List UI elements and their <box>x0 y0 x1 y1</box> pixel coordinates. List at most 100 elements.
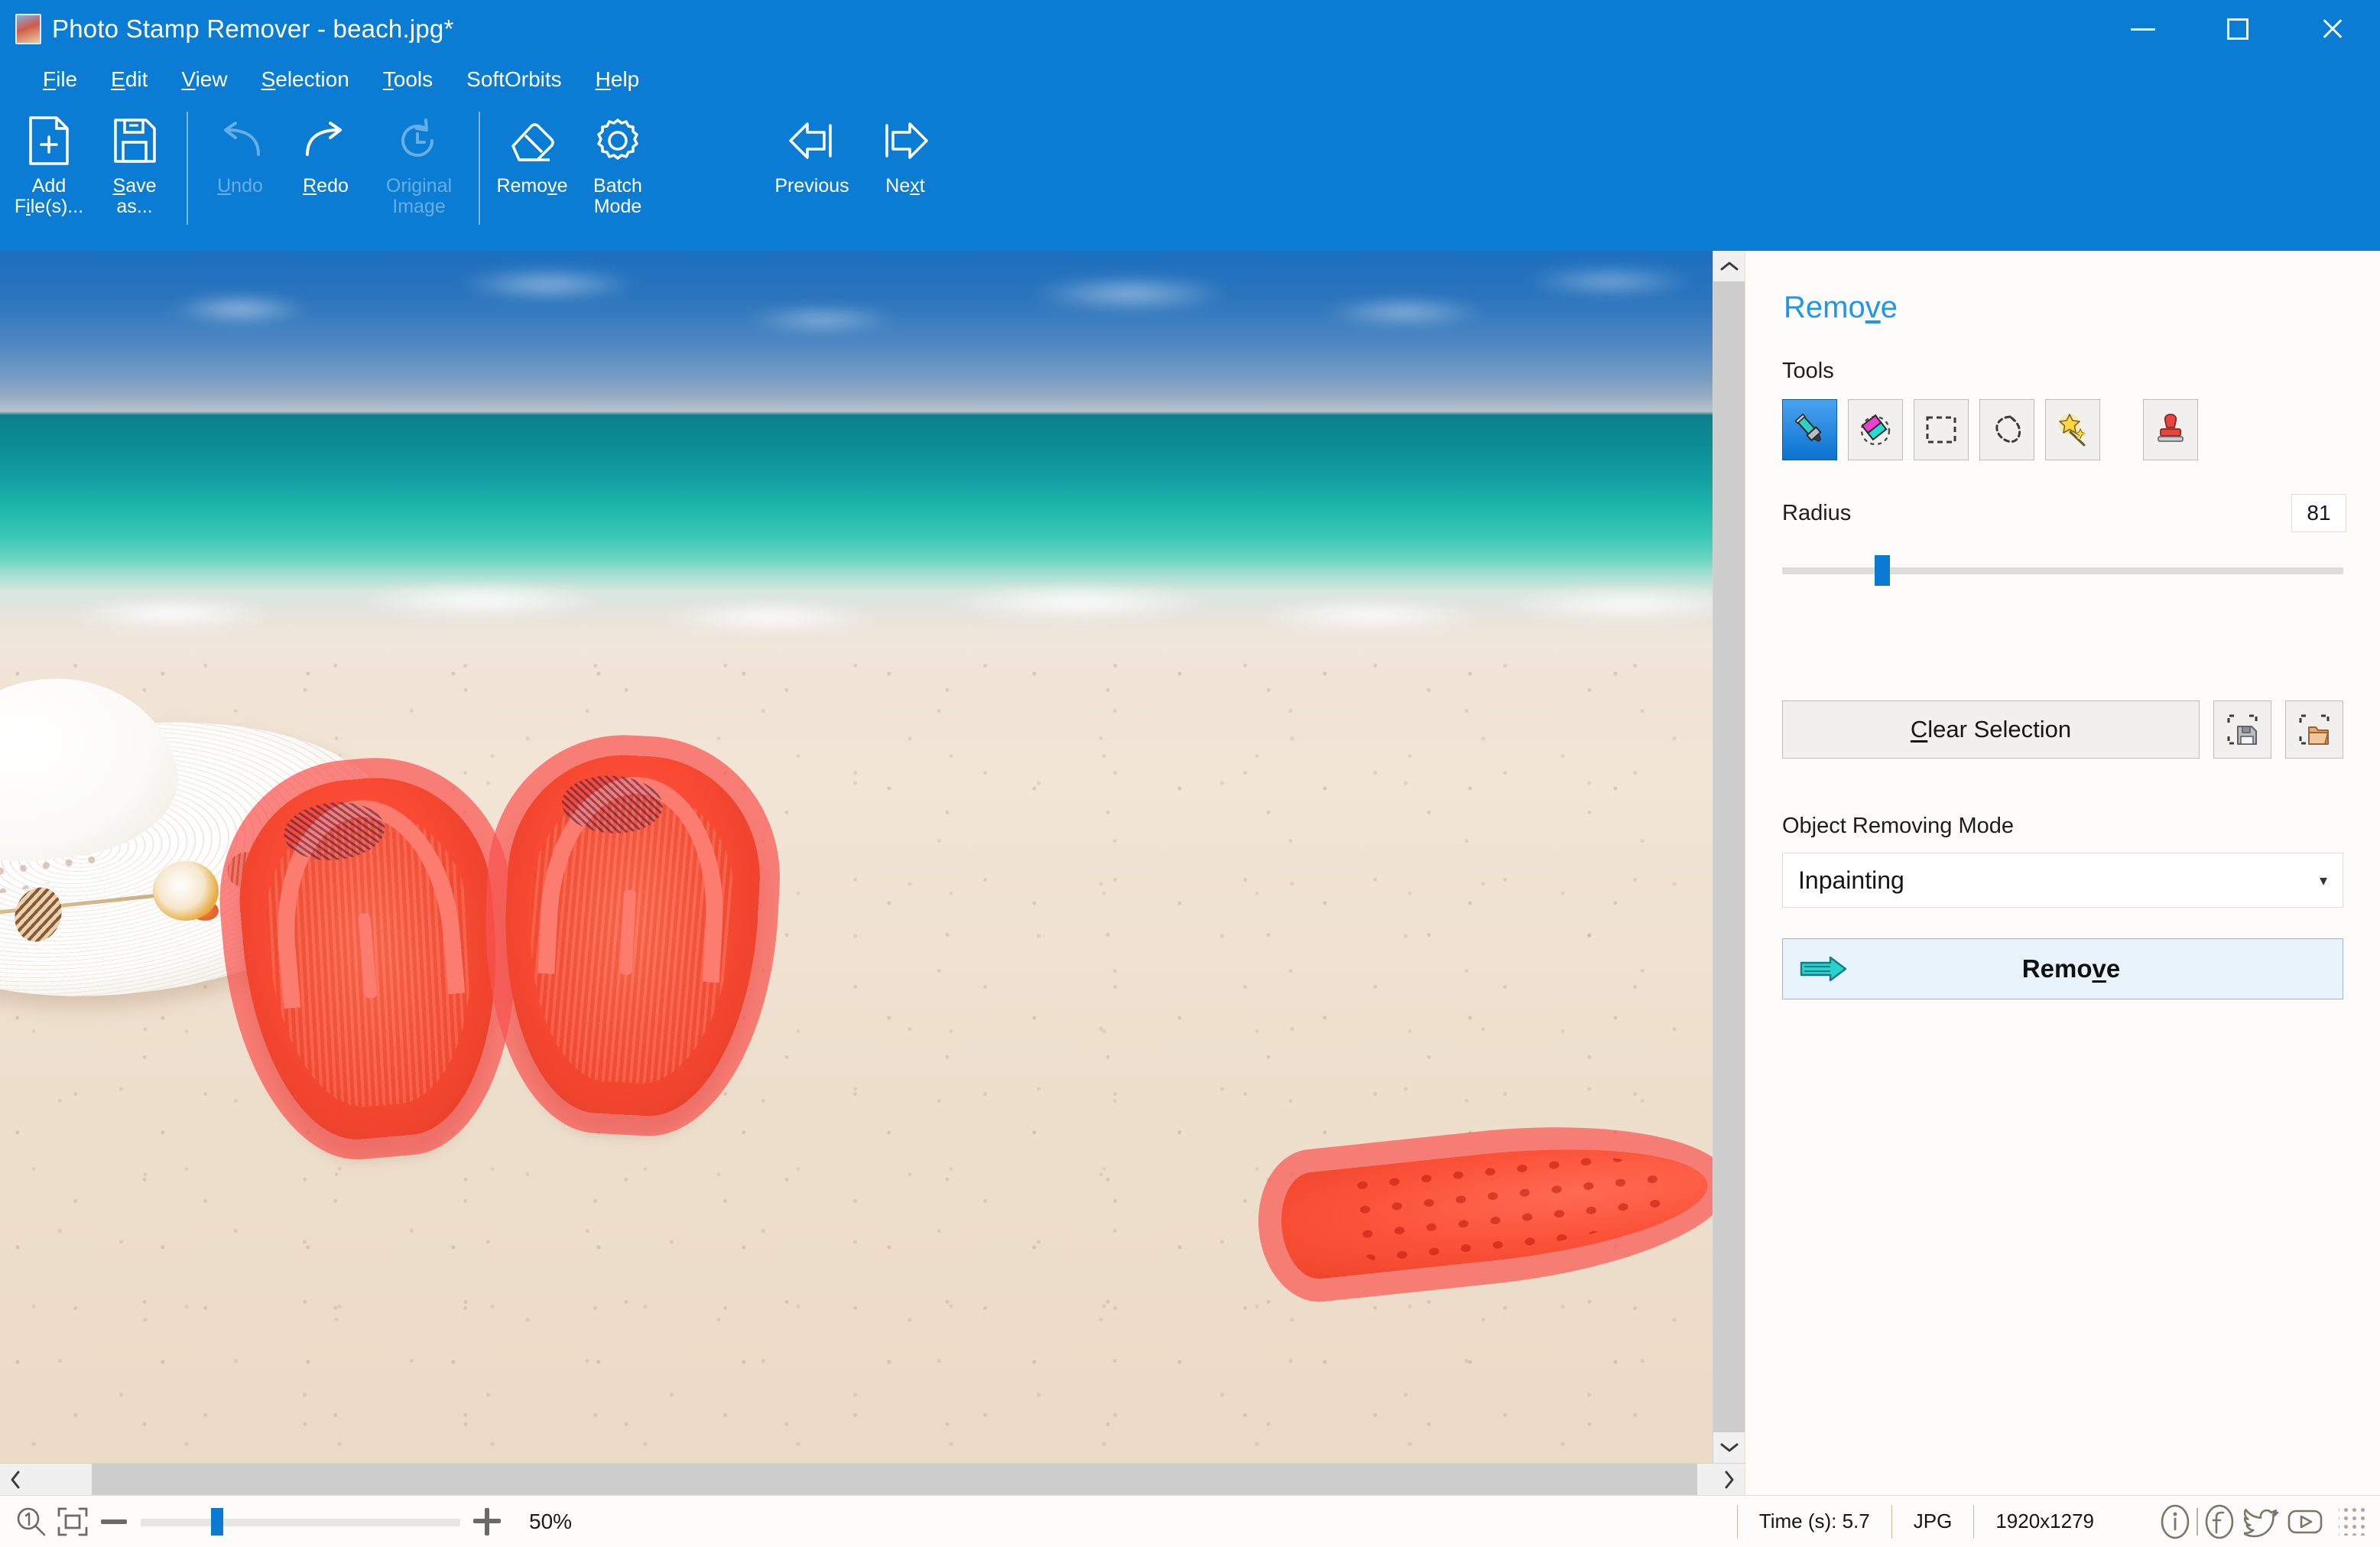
zoom-in-button[interactable] <box>466 1501 508 1542</box>
scroll-right-button[interactable] <box>1714 1464 1745 1495</box>
clear-selection-label: lear Selection <box>1927 716 2072 743</box>
toolbar-original-image-button[interactable]: Original Image <box>369 101 469 235</box>
facebook-icon[interactable] <box>2198 1500 2241 1543</box>
object-removing-mode-value: Inpainting <box>1798 866 1904 894</box>
social-links <box>2154 1500 2326 1543</box>
info-icon[interactable] <box>2154 1500 2197 1543</box>
toolbar-original-image-label: Original Image <box>385 175 453 217</box>
panel-title: Remove <box>1784 291 1898 324</box>
chevron-down-icon: ▾ <box>2319 872 2327 889</box>
image-canvas[interactable] <box>0 251 1713 1463</box>
status-dimensions: 1920x1279 <box>1973 1504 2115 1539</box>
selection-actions: Clear Selection <box>1782 700 2343 759</box>
canvas-area <box>0 251 1745 1495</box>
status-time: Time (s): 5.7 <box>1736 1504 1891 1539</box>
resize-grip-icon[interactable] <box>2339 1507 2366 1536</box>
clouds <box>0 251 1713 404</box>
toolbar-next-button[interactable]: Next <box>862 101 948 235</box>
magic-wand-tool-button[interactable] <box>2045 399 2100 460</box>
zoom-actual-size-button[interactable] <box>11 1501 52 1542</box>
menu-item-view[interactable]: View <box>164 63 244 96</box>
radius-input[interactable]: 81 <box>2291 494 2346 532</box>
toolbar-separator <box>187 112 188 225</box>
save-as-icon <box>112 113 157 168</box>
radius-slider-thumb[interactable] <box>1875 555 1891 586</box>
menu-item-help[interactable]: Help <box>579 63 657 96</box>
object-removing-mode-select[interactable]: Inpainting ▾ <box>1782 853 2343 908</box>
app-icon <box>15 14 41 44</box>
canvas-row <box>0 251 1745 1463</box>
toolbar-previous-label: Previous <box>774 175 849 197</box>
fit-to-window-button[interactable] <box>52 1501 93 1542</box>
horizontal-scrollbar-thumb[interactable] <box>92 1464 1697 1495</box>
stamp-tool-button[interactable] <box>2143 399 2198 460</box>
toolbar-undo-label: Undo <box>217 175 263 197</box>
workspace: Remove Tools Radius 81 C lear Selection … <box>0 251 2380 1495</box>
toolbar-remove-label: Remove <box>496 175 568 197</box>
zoom-out-button[interactable] <box>93 1501 135 1542</box>
load-selection-button[interactable] <box>2285 700 2343 759</box>
minimize-icon <box>2131 28 2155 31</box>
toolbar-separator-2 <box>479 112 480 225</box>
menu-bar: File Edit View Selection Tools SoftOrbit… <box>0 58 2380 101</box>
scroll-left-button[interactable] <box>0 1464 31 1495</box>
toolbar-redo-label: Redo <box>303 175 349 197</box>
menu-label-help: elp <box>610 67 640 91</box>
radius-control: Radius 81 <box>1782 494 2346 532</box>
eraser-tool-button[interactable] <box>1848 399 1903 460</box>
youtube-icon[interactable] <box>2284 1500 2326 1543</box>
radius-label: Radius <box>1782 500 1852 525</box>
toolbar-next-label: Next <box>885 175 925 197</box>
menu-item-file[interactable]: File <box>26 63 94 96</box>
add-file-icon <box>28 113 70 168</box>
menu-label-tools: ools <box>393 67 433 91</box>
radius-slider-track <box>1782 567 2343 574</box>
toolbar-previous-button[interactable]: Previous <box>761 101 862 235</box>
horizontal-scrollbar[interactable] <box>0 1463 1745 1495</box>
menu-item-softorbits[interactable]: SoftOrbits <box>450 63 578 96</box>
menu-label-selection: election <box>275 67 349 91</box>
clear-selection-button[interactable]: Clear Selection <box>1782 700 2200 759</box>
rectangle-select-tool-button[interactable] <box>1914 399 1969 460</box>
toolbar-batch-mode-button[interactable]: Batch Mode <box>575 101 661 235</box>
main-toolbar: Add File(s)... Save as... Undo Redo Orig… <box>0 101 2380 251</box>
redo-icon <box>301 113 350 168</box>
scroll-down-button[interactable] <box>1713 1432 1745 1463</box>
scroll-up-button[interactable] <box>1713 251 1745 281</box>
menu-item-edit[interactable]: Edit <box>94 63 164 96</box>
radius-slider[interactable] <box>1782 555 2343 586</box>
remove-action-label: Remove <box>2021 954 2121 983</box>
gear-icon <box>594 113 641 168</box>
toolbar-add-files-label: Add File(s)... <box>14 175 84 217</box>
object-removing-mode-label: Object Removing Mode <box>1782 814 2015 838</box>
toolbar-remove-button[interactable]: Remove <box>489 101 575 235</box>
marker-tool-button[interactable] <box>1782 399 1837 460</box>
menu-label-edit: dit <box>125 67 148 91</box>
toolbar-save-as-button[interactable]: Save as... <box>92 101 177 235</box>
save-selection-button[interactable] <box>2213 700 2271 759</box>
close-icon <box>2320 17 2345 41</box>
vertical-scrollbar[interactable] <box>1713 251 1745 1463</box>
close-button[interactable] <box>2285 0 2380 58</box>
menu-item-selection[interactable]: Selection <box>245 63 366 96</box>
title-bar: Photo Stamp Remover - beach.jpg* <box>0 0 2380 58</box>
maximize-icon <box>2227 18 2248 40</box>
minimize-button[interactable] <box>2096 0 2190 58</box>
toolbar-add-files-button[interactable]: Add File(s)... <box>6 101 92 235</box>
zoom-slider[interactable] <box>141 1506 460 1538</box>
original-image-icon <box>395 113 443 168</box>
toolbar-undo-button[interactable]: Undo <box>197 101 283 235</box>
maximize-button[interactable] <box>2190 0 2285 58</box>
remove-action-button[interactable]: Remove <box>1782 938 2343 999</box>
vertical-scrollbar-thumb[interactable] <box>1713 281 1745 1432</box>
eraser-icon <box>508 113 556 168</box>
lasso-tool-button[interactable] <box>1979 399 2034 460</box>
remove-panel: Remove Tools Radius 81 C lear Selection … <box>1745 251 2380 1495</box>
status-bar: 50% Time (s): 5.7 JPG 1920x1279 <box>0 1495 2380 1547</box>
shell-decoration <box>153 861 219 921</box>
menu-item-tools[interactable]: Tools <box>366 63 450 96</box>
toolbar-redo-button[interactable]: Redo <box>283 101 369 235</box>
twitter-icon[interactable] <box>2241 1500 2284 1543</box>
zoom-slider-thumb[interactable] <box>210 1507 223 1536</box>
toolbar-batch-mode-label: Batch Mode <box>593 175 642 217</box>
